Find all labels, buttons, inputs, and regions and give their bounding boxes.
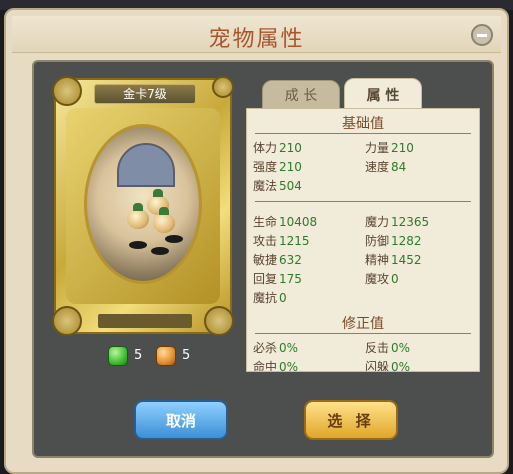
stat-row: 生命 10408 <box>253 213 317 230</box>
stat-label: 速度 <box>365 160 390 174</box>
stat-value: 0% <box>391 341 411 355</box>
stat-row: 魔法 504 <box>253 177 302 194</box>
pet-shadow <box>151 247 169 255</box>
pet-sprite <box>153 207 175 233</box>
stat-value: 1215 <box>279 234 310 248</box>
title-bar: 宠物属性 <box>12 16 501 53</box>
pet-sprite <box>127 203 149 229</box>
stat-label: 体力 <box>253 141 278 155</box>
stat-label: 精神 <box>365 253 390 267</box>
pet-attributes-window: 宠物属性 金卡7级 5 5 成 长 属 性 基础值 体力 210 力量 210 … <box>4 8 509 474</box>
stat-row: 反击 0% <box>365 339 410 356</box>
orange-gem-icon <box>156 346 176 366</box>
tab-growth[interactable]: 成 长 <box>262 80 340 110</box>
pet-card: 金卡7级 <box>52 76 234 336</box>
stat-row: 速度 84 <box>365 158 406 175</box>
select-button[interactable]: 选 择 <box>304 400 398 440</box>
stat-label: 必杀 <box>253 341 278 355</box>
stat-label: 攻击 <box>253 234 278 248</box>
stat-value: 210 <box>391 141 414 155</box>
stat-row: 魔攻 0 <box>365 270 399 287</box>
stat-value: 0% <box>279 341 299 355</box>
stat-row: 命中 0% <box>253 358 299 372</box>
stat-value: 1452 <box>391 253 422 267</box>
stat-value: 0% <box>391 360 411 372</box>
window-title: 宠物属性 <box>208 27 305 52</box>
stat-row: 魔抗 0 <box>253 289 287 306</box>
cancel-button[interactable]: 取消 <box>134 400 228 440</box>
stat-row: 防御 1282 <box>365 232 422 249</box>
stat-row: 闪躲 0% <box>365 358 411 372</box>
stat-label: 生命 <box>253 215 278 229</box>
building-arch <box>117 143 175 187</box>
stat-label: 强度 <box>253 160 278 174</box>
stat-row: 力量 210 <box>365 139 414 156</box>
stat-value: 504 <box>279 179 302 193</box>
pet-shadow <box>129 241 147 249</box>
stat-row: 体力 210 <box>253 139 302 156</box>
stat-label: 魔攻 <box>365 272 390 286</box>
pet-portrait <box>84 124 202 284</box>
stat-row: 精神 1452 <box>365 251 422 268</box>
orange-gem-count: 5 <box>182 348 191 363</box>
stat-value: 175 <box>279 272 302 286</box>
stat-label: 防御 <box>365 234 390 248</box>
stat-row: 强度 210 <box>253 158 302 175</box>
stat-label: 闪躲 <box>365 360 390 372</box>
stat-value: 0 <box>391 272 399 286</box>
stat-label: 回复 <box>253 272 278 286</box>
attributes-panel[interactable]: 基础值 体力 210 力量 210 强度 210 速度 84 魔法 504 生命 10408… <box>246 108 480 372</box>
stat-row: 必杀 0% <box>253 339 298 356</box>
stat-label: 力量 <box>365 141 390 155</box>
stat-value: 0% <box>279 360 299 372</box>
green-gem-count: 5 <box>134 348 143 363</box>
stat-value: 1282 <box>391 234 422 248</box>
tab-attributes[interactable]: 属 性 <box>344 78 422 112</box>
card-level-banner: 金卡7级 <box>94 84 196 104</box>
green-gem-icon <box>108 346 128 366</box>
close-minus-icon[interactable] <box>471 24 493 46</box>
stat-value: 10408 <box>279 215 318 229</box>
content-panel: 金卡7级 5 5 成 长 属 性 基础值 体力 210 力量 210 强度 21… <box>32 60 494 458</box>
stat-label: 敏捷 <box>253 253 278 267</box>
card-corner-ornament <box>52 76 82 106</box>
stat-value: 0 <box>279 291 287 305</box>
card-star-badge <box>212 76 234 98</box>
card-corner-ornament <box>52 306 82 336</box>
stat-row: 回复 175 <box>253 270 302 287</box>
stat-label: 魔抗 <box>253 291 278 305</box>
card-corner-ornament <box>204 306 234 336</box>
stat-row: 魔力 12365 <box>365 213 429 230</box>
section-title-base: 基础值 <box>342 116 384 132</box>
stat-label: 反击 <box>365 341 390 355</box>
stat-row: 攻击 1215 <box>253 232 310 249</box>
stat-label: 魔力 <box>365 215 390 229</box>
stat-row: 敏捷 632 <box>253 251 302 268</box>
pet-shadow <box>165 235 183 243</box>
stat-value: 210 <box>279 141 302 155</box>
divider <box>255 333 471 334</box>
stat-value: 632 <box>279 253 302 267</box>
section-title-modifier: 修正值 <box>342 316 384 332</box>
divider <box>255 133 471 134</box>
stat-value: 84 <box>391 160 407 174</box>
card-footer-plate <box>98 314 192 328</box>
stat-value: 210 <box>279 160 302 174</box>
divider <box>255 201 471 202</box>
stat-label: 魔法 <box>253 179 278 193</box>
stat-label: 命中 <box>253 360 278 372</box>
stat-value: 12365 <box>391 215 430 229</box>
